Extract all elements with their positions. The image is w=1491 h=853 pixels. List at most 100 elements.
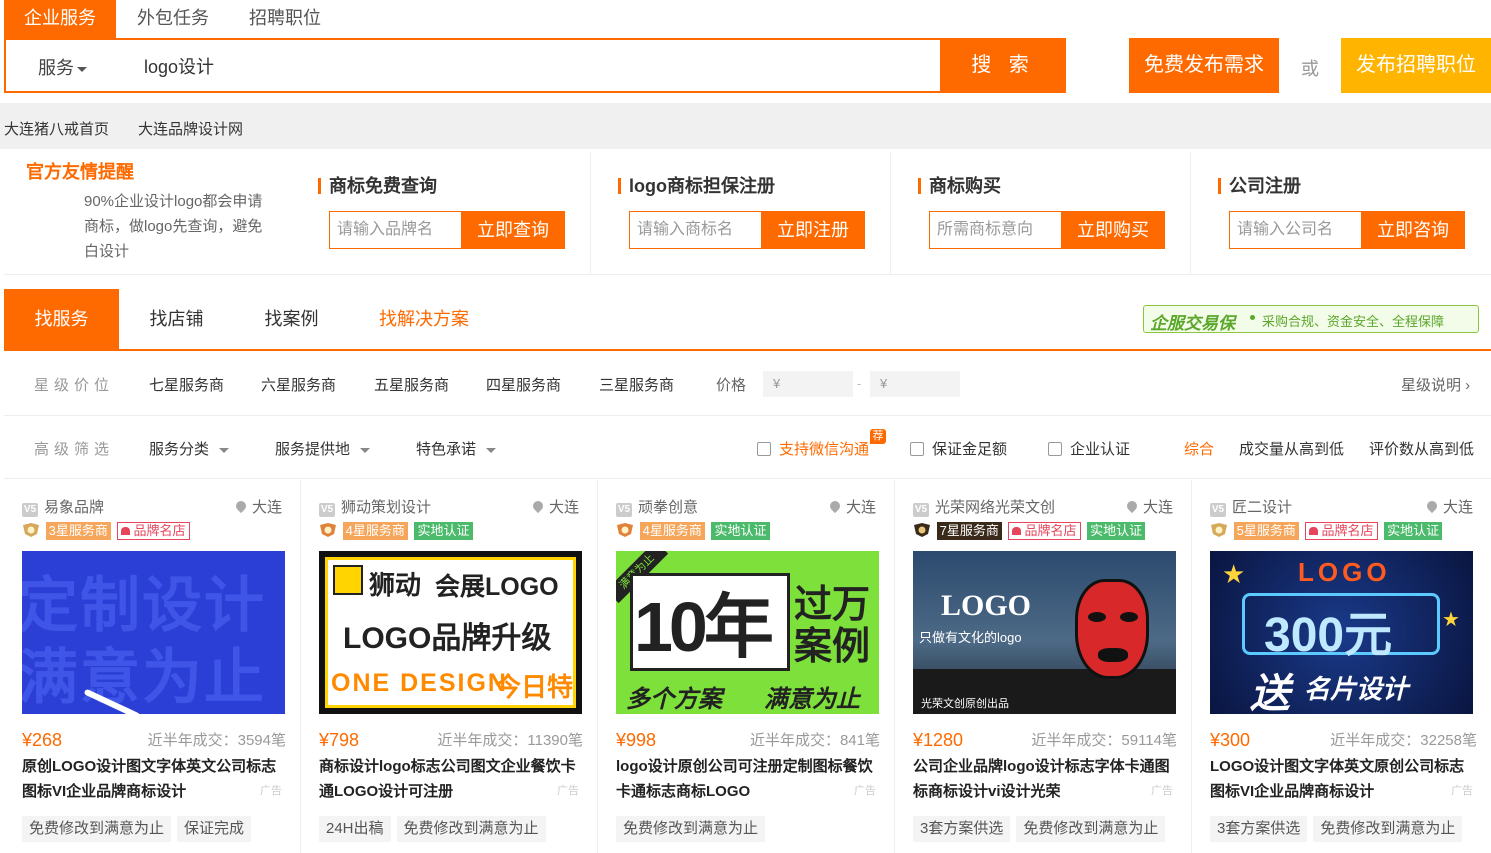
service-tag: 24H出稿 [319,816,391,842]
service-card[interactable]: V5 顽拳创意 大连 4星服务商 实地认证 满意为止 10年 过万 案例 多个方案… [598,480,895,853]
service-tag: 3套方案供选 [913,816,1011,842]
thumb-text: 狮动 [369,570,422,600]
tab-find-case[interactable]: 找案例 [234,289,349,349]
query-now-button[interactable]: 立即查询 [461,211,565,249]
chevron-down-icon [219,447,230,453]
service-card[interactable]: V5 光荣网络光荣文创 大连 7星服务商 品牌名店 实地认证 LOGO 只做有文化… [895,480,1192,853]
filter-six-star[interactable]: 六星服务商 [261,374,336,395]
shop-badges: 4星服务商 实地认证 [319,522,476,540]
chevron-down-icon [360,447,371,453]
v5-badge-icon: V5 [913,503,929,517]
thumb-text: 光荣文创原创出品 [921,698,1009,710]
shop-name[interactable]: V5 顽拳创意 [616,496,698,517]
guarantee-slogan: 采购合规、资金安全、全程保障 [1262,314,1445,329]
advanced-filter-label: 高级筛选 [34,441,115,458]
service-card[interactable]: V5 易象品牌 大连 3星服务商 品牌名店 定制设计 满意为止 ¥268 近半年成… [4,480,301,853]
search-bar: 服务 搜 索 [4,38,1066,93]
shop-name[interactable]: V5 匠二设计 [1210,496,1292,517]
buy-now-button[interactable]: 立即购买 [1061,211,1165,249]
consult-now-button[interactable]: 立即咨询 [1361,211,1465,249]
shop-name[interactable]: V5 易象品牌 [22,496,104,517]
service-category-dropdown[interactable]: 服务分类 [149,438,230,459]
trade-guarantee-banner[interactable]: 企服交易保 采购合规、资金安全、全程保障 [1143,305,1479,333]
ad-label: 广告 [1451,785,1473,797]
star-level-badge: 3星服务商 [45,522,111,540]
enterprise-cert-checkbox[interactable]: 企业认证 [1048,438,1130,459]
breadcrumb-brand-design[interactable]: 大连品牌设计网 [138,118,243,139]
service-title[interactable]: 公司企业品牌logo设计标志字体卡通图标商标设计vi设计光荣 [913,754,1175,804]
post-job-button[interactable]: 发布招聘职位 [1341,38,1491,93]
deposit-checkbox[interactable]: 保证金足额 [910,438,1007,459]
feature-promise-dropdown[interactable]: 特色承诺 [416,438,497,459]
company-name-input[interactable]: 请输入公司名 [1229,211,1361,249]
dropdown-label: 服务提供地 [275,441,351,458]
service-price: ¥1280 [913,730,964,750]
tab-recruitment[interactable]: 招聘职位 [232,0,338,38]
filter-four-star[interactable]: 四星服务商 [486,374,561,395]
onsite-verified-badge: 实地认证 [1384,522,1443,540]
ad-label: 广告 [260,785,282,797]
search-button[interactable]: 搜 索 [940,38,1066,93]
service-tag: 免费修改到满意为止 [396,816,546,842]
promo-title-company-register: 公司注册 [1218,172,1301,198]
tab-enterprise-service[interactable]: 企业服务 [4,0,116,38]
medal-icon [320,523,336,537]
service-thumbnail[interactable]: LOGO 只做有文化的logo 光荣文创原创出品 [913,551,1176,714]
filter-three-star[interactable]: 三星服务商 [599,374,674,395]
tab-find-solution[interactable]: 找解决方案 [364,289,484,349]
v5-badge-icon: V5 [616,503,632,517]
breadcrumb-home[interactable]: 大连猪八戒首页 [4,118,109,139]
tab-find-service[interactable]: 找服务 [4,289,119,349]
wechat-checkbox[interactable]: 支持微信沟通 [757,438,869,459]
recommend-badge: 荐 [870,429,886,444]
guarantee-brand: 企服交易保 [1150,314,1235,333]
thumb-text: 300元 [1264,609,1393,662]
price-min-input[interactable]: ¥ [763,371,853,397]
ad-label: 广告 [557,785,579,797]
register-now-button[interactable]: 立即注册 [761,211,865,249]
service-card[interactable]: V5 匠二设计 大连 5星服务商 品牌名店 实地认证 ★ ★ LOGO 300元 … [1192,480,1491,853]
sales-count: 近半年成交：841笔 [749,732,880,749]
sort-by-volume[interactable]: 成交量从高到低 [1239,438,1344,459]
shop-name[interactable]: V5 狮动策划设计 [319,496,431,517]
thumb-text: 送 [1250,672,1290,714]
trademark-intent-input[interactable]: 所需商标意向 [929,211,1061,249]
opera-mask-icon [1075,579,1149,679]
v5-badge-icon: V5 [1210,503,1226,517]
tab-find-shop[interactable]: 找店铺 [119,289,234,349]
or-text: 或 [1301,59,1319,79]
search-input[interactable] [144,52,924,80]
service-thumbnail[interactable]: 满意为止 10年 过万 案例 多个方案 满意为止 [616,551,879,714]
post-demand-button[interactable]: 免费发布需求 [1129,38,1279,93]
service-title[interactable]: logo设计原创公司可注册定制图标餐饮卡通标志商标LOGO [616,754,878,804]
sales-count: 近半年成交：3594笔 [147,732,286,749]
tab-outsourcing[interactable]: 外包任务 [120,0,226,38]
shop-city: 大连 [530,496,579,517]
search-category-select[interactable]: 服务 [38,54,87,80]
service-title[interactable]: LOGO设计图文字体英文原创公司标志图标VI企业品牌商标设计 [1210,754,1472,804]
service-tags: 3套方案供选 免费修改到满意为止 [1210,816,1468,842]
service-thumbnail[interactable]: 狮动 会展LOGO LOGO品牌升级 ONE DESIGN 今日特 [319,551,582,714]
brand-store-badge: 品牌名店 [1008,522,1081,540]
filter-seven-star[interactable]: 七星服务商 [149,374,224,395]
service-thumbnail[interactable]: 定制设计 满意为止 [22,551,285,714]
breadcrumb: 大连猪八戒首页 大连品牌设计网 [0,103,1491,149]
service-card[interactable]: V5 狮动策划设计 大连 4星服务商 实地认证 狮动 会展LOGO LOGO品牌升… [301,480,598,853]
shop-name[interactable]: V5 光荣网络光荣文创 [913,496,1055,517]
trademark-name-input[interactable]: 请输入商标名 [629,211,761,249]
brand-name-input[interactable]: 请输入品牌名 [329,211,461,249]
price-max-input[interactable]: ¥ [870,371,960,397]
service-title[interactable]: 商标设计logo标志公司图文企业餐饮卡通LOGO设计可注册 [319,754,581,804]
star-explain-link[interactable]: 星级说明 › [1401,374,1470,395]
service-title[interactable]: 原创LOGO设计图文字体英文公司标志图标VI企业品牌商标设计 [22,754,284,804]
brand-store-badge: 品牌名店 [1305,522,1378,540]
service-location-dropdown[interactable]: 服务提供地 [275,438,371,459]
service-tag: 免费修改到满意为止 [1313,816,1463,842]
service-price: ¥998 [616,730,657,750]
sort-by-reviews[interactable]: 评价数从高到低 [1369,438,1474,459]
promo-title-trademark-buy: 商标购买 [918,172,1001,198]
service-thumbnail[interactable]: ★ ★ LOGO 300元 送 名片设计 [1210,551,1473,714]
search-category-label: 服务 [38,58,74,78]
filter-five-star[interactable]: 五星服务商 [374,374,449,395]
sort-comprehensive[interactable]: 综合 [1184,438,1214,459]
